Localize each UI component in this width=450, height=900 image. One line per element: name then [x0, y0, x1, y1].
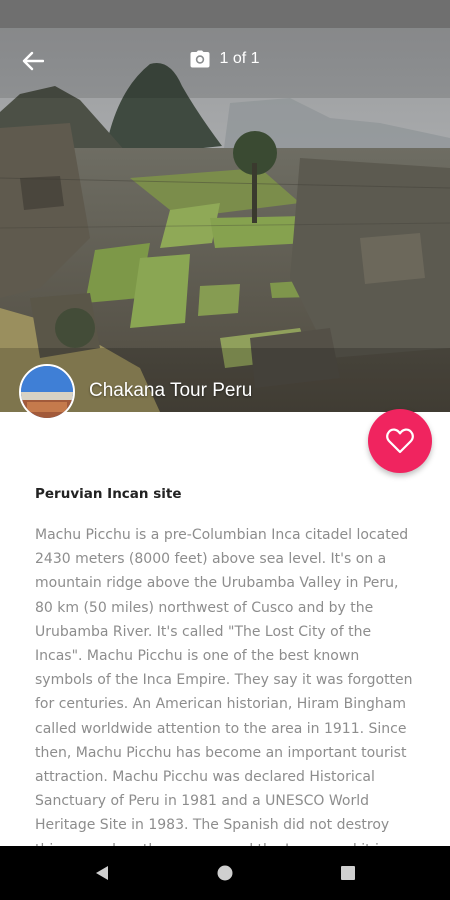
favorite-button[interactable] [368, 409, 432, 473]
photo-counter-text: 1 of 1 [219, 50, 260, 67]
provider-avatar-image [21, 366, 73, 418]
system-navigation-bar [0, 846, 450, 900]
avatar[interactable] [19, 364, 75, 420]
square-recents-icon [341, 866, 355, 880]
description-text: Machu Picchu is a pre-Columbian Inca cit… [35, 527, 413, 882]
heart-outline-icon [386, 428, 414, 454]
section-subtitle: Peruvian Incan site [35, 486, 182, 502]
photo-counter: 1 of 1 [0, 50, 450, 68]
provider-link[interactable]: Chakana Tour Peru [19, 364, 252, 420]
machu-picchu-photo [0, 28, 450, 412]
nav-recents-button[interactable] [318, 846, 378, 900]
tour-description-section: Peruvian Incan site Machu Picchu is a pr… [35, 486, 415, 886]
status-bar [0, 0, 450, 28]
nav-home-button[interactable] [195, 846, 255, 900]
hero-image [0, 28, 450, 412]
provider-name[interactable]: Chakana Tour Peru [89, 380, 252, 402]
triangle-back-icon [96, 866, 108, 880]
camera-icon [190, 50, 210, 68]
circle-home-icon [217, 865, 233, 881]
nav-back-button[interactable] [72, 846, 132, 900]
